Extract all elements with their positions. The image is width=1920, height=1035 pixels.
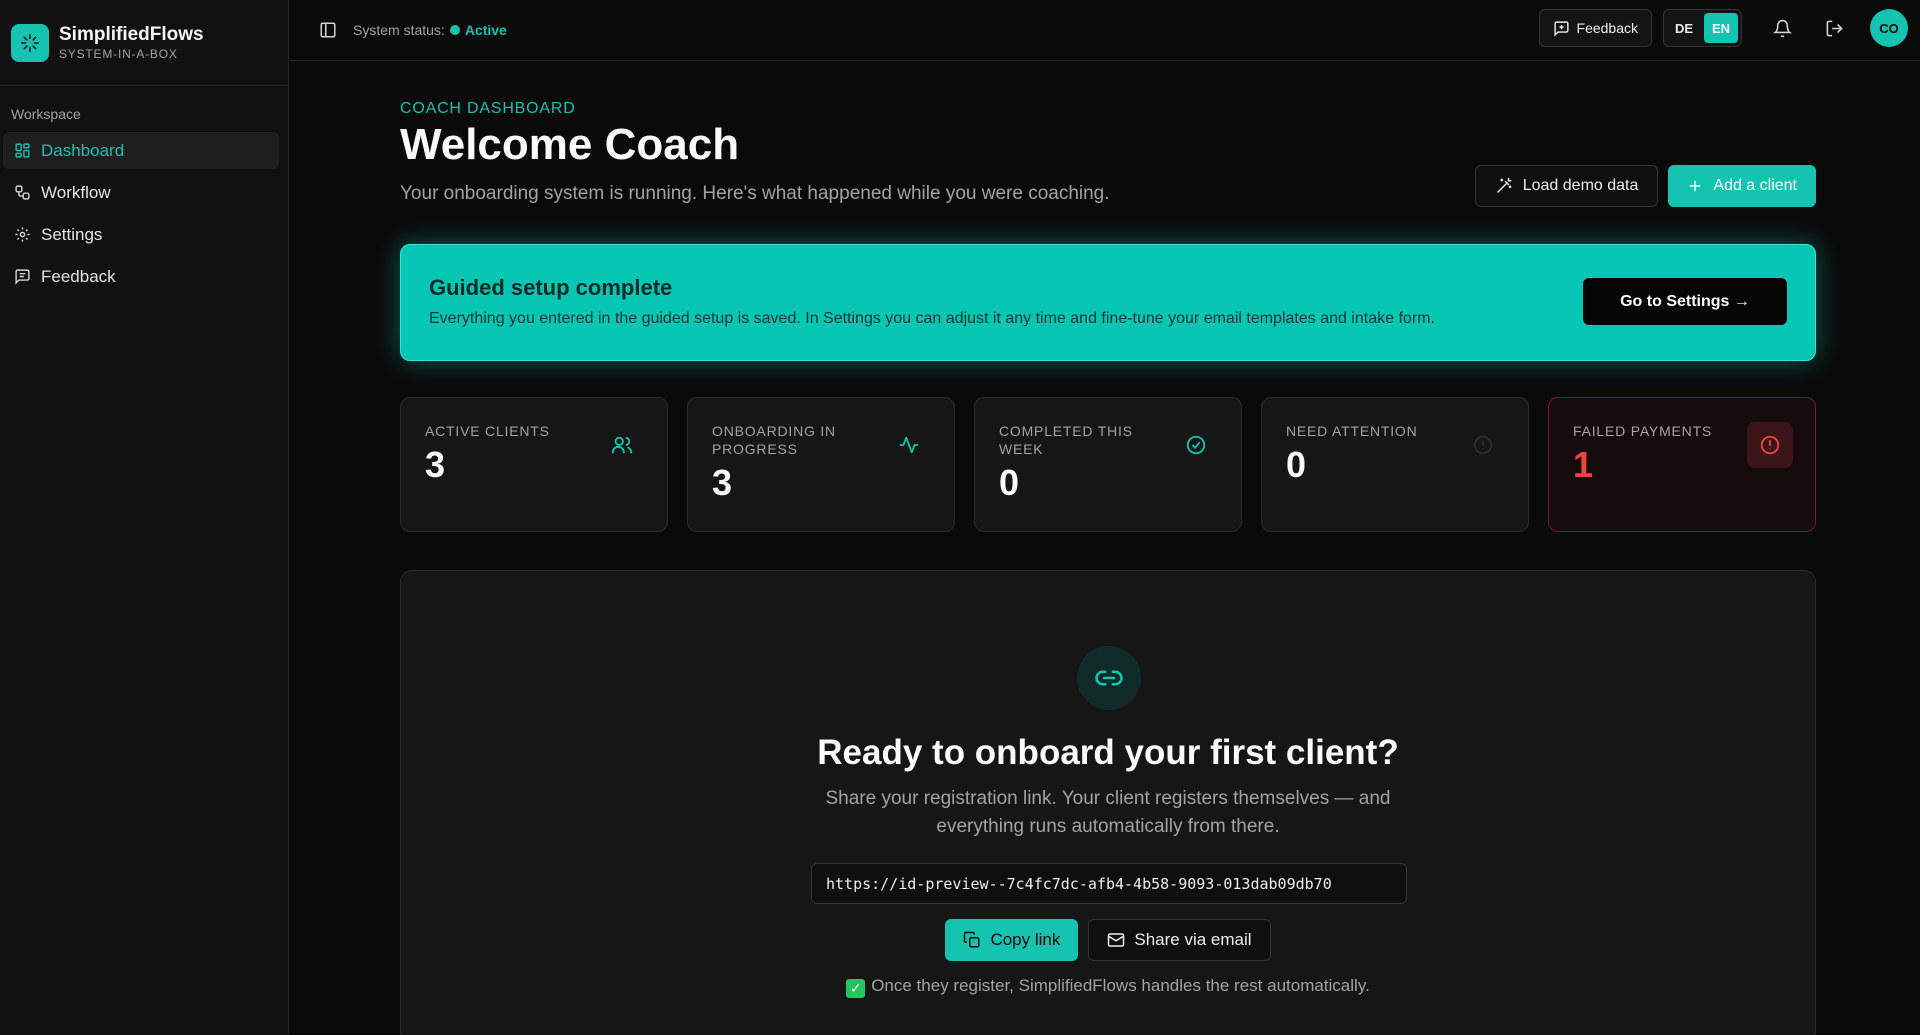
check-mark-icon: ✓ (846, 979, 866, 998)
banner-title: Guided setup complete (429, 275, 673, 300)
language-switcher: DE EN (1663, 9, 1742, 47)
logout-icon[interactable] (1816, 10, 1852, 46)
onboard-text-line: everything runs automatically from there… (936, 816, 1280, 837)
stat-value: 0 (999, 462, 1020, 503)
copy-link-label: Copy link (990, 930, 1061, 949)
lang-en-button[interactable]: EN (1704, 13, 1738, 43)
page-title: Welcome Coach (400, 120, 740, 169)
workflow-icon (12, 183, 32, 203)
onboard-note: ✓ Once they register, SimplifiedFlows han… (401, 976, 1815, 998)
sparkles-icon (11, 23, 49, 62)
add-client-button[interactable]: Add a client (1668, 165, 1816, 207)
nav-heading: Workspace (11, 106, 81, 122)
sidebar-item-feedback[interactable]: Feedback (3, 258, 279, 295)
activity-icon (886, 422, 932, 468)
check-circle-icon (1173, 422, 1219, 468)
brand[interactable]: SimplifiedFlows SYSTEM-IN-A-BOX (0, 0, 288, 86)
sidebar-item-dashboard[interactable]: Dashboard (3, 132, 279, 169)
bell-icon[interactable] (1764, 10, 1800, 46)
sidebar-item-label: Feedback (41, 266, 116, 286)
stat-card-failed-payments[interactable]: FAILED PAYMENTS 1 (1548, 397, 1816, 532)
message-square-icon (12, 267, 32, 287)
feedback-button[interactable]: Feedback (1538, 9, 1652, 47)
gear-icon (12, 225, 32, 245)
share-via-email-label: Share via email (1134, 930, 1252, 949)
stat-label: COMPLETED THIS WEEK (999, 423, 1133, 457)
sidebar-item-label: Dashboard (41, 140, 125, 160)
page-subtitle: Your onboarding system is running. Here'… (400, 183, 1110, 204)
lang-de-button[interactable]: DE (1667, 13, 1701, 43)
onboard-text-line: Share your registration link. Your clien… (825, 788, 1391, 809)
stat-card-completed[interactable]: COMPLETED THIS WEEK 0 (974, 397, 1242, 532)
sidebar-item-label: Workflow (41, 182, 111, 202)
layout-grid-icon (12, 141, 32, 161)
brand-name: SimplifiedFlows (59, 23, 204, 45)
magic-wand-icon (1495, 177, 1513, 195)
go-to-settings-button[interactable]: Go to Settings → (1583, 278, 1787, 325)
topbar: System status: Active Feedback DE EN CO (290, 0, 1920, 61)
copy-icon (963, 931, 981, 949)
sidebar-item-settings[interactable]: Settings (3, 216, 279, 253)
onboard-description: Share your registration link. Your clien… (401, 785, 1815, 841)
add-client-label: Add a client (1713, 177, 1797, 194)
brand-tagline: SYSTEM-IN-A-BOX (59, 46, 178, 61)
setup-complete-banner: Guided setup complete Everything you ent… (400, 244, 1816, 361)
stat-card-active-clients[interactable]: ACTIVE CLIENTS 3 (400, 397, 668, 532)
banner-text: Everything you entered in the guided set… (429, 310, 1435, 327)
stat-card-need-attention[interactable]: NEED ATTENTION 0 (1261, 397, 1529, 532)
stat-label: FAILED PAYMENTS (1573, 423, 1713, 439)
users-icon (599, 422, 645, 468)
info-circle-icon (1460, 422, 1506, 468)
page-eyebrow: COACH DASHBOARD (400, 100, 576, 117)
load-demo-data-button[interactable]: Load demo data (1474, 165, 1659, 207)
stat-card-onboarding[interactable]: ONBOARDING IN PROGRESS 3 (687, 397, 955, 532)
system-status: System status: Active (353, 22, 507, 38)
onboard-title: Ready to onboard your first client? (817, 733, 1399, 772)
stat-value: 3 (712, 462, 733, 503)
share-via-email-button[interactable]: Share via email (1088, 919, 1271, 961)
stat-label: ONBOARDING IN PROGRESS (712, 423, 836, 457)
registration-link-field[interactable]: https://id-preview--7c4fc7dc-afb4-4b58-9… (811, 863, 1407, 904)
mail-icon (1107, 931, 1125, 949)
load-demo-data-label: Load demo data (1522, 177, 1639, 194)
stat-label: NEED ATTENTION (1286, 423, 1418, 439)
stat-label: ACTIVE CLIENTS (425, 423, 550, 439)
status-value: Active (464, 22, 507, 38)
stats-row: ACTIVE CLIENTS 3 ONBOARDING IN PROGRESS … (400, 397, 1816, 532)
plus-icon (1687, 178, 1703, 194)
onboard-note-text: Once they register, SimplifiedFlows hand… (871, 976, 1370, 995)
sidebar-item-label: Settings (41, 224, 103, 244)
status-dot (449, 25, 460, 35)
avatar[interactable]: CO (1870, 9, 1908, 47)
sidebar-toggle-icon[interactable] (315, 17, 341, 43)
sidebar-item-workflow[interactable]: Workflow (3, 174, 279, 211)
alert-circle-icon (1747, 422, 1793, 468)
feedback-button-label: Feedback (1576, 20, 1638, 36)
link-icon (1077, 646, 1141, 710)
message-plus-icon (1553, 20, 1570, 37)
status-label: System status: (353, 22, 445, 38)
onboard-first-client-card: Ready to onboard your first client? Shar… (400, 570, 1816, 1035)
sidebar: SimplifiedFlows SYSTEM-IN-A-BOX Workspac… (0, 0, 289, 1035)
copy-link-button[interactable]: Copy link (945, 919, 1079, 961)
